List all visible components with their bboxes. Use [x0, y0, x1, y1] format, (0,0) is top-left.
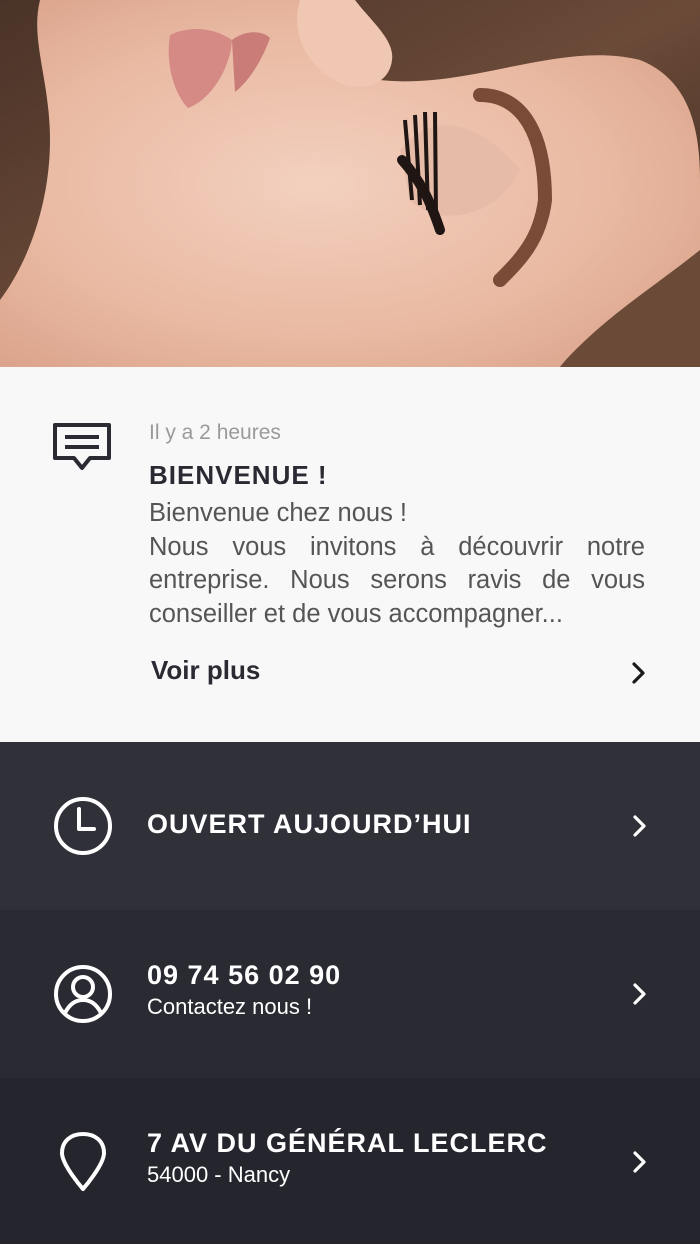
news-card: Il y a 2 heures BIENVENUE ! Bienvenue ch…: [0, 367, 700, 742]
news-body-line: Bienvenue chez nous !: [149, 499, 408, 527]
opening-hours-title: OUVERT AUJOURD’HUI: [147, 809, 472, 839]
news-body-line: Nous vous invitons à découvrir notre ent…: [149, 532, 645, 628]
address-street: 7 AV DU GÉNÉRAL LECLERC: [147, 1128, 548, 1158]
message-icon: [53, 423, 111, 470]
phone-subtitle: Contactez nous !: [147, 994, 313, 1019]
phone-number: 09 74 56 02 90: [147, 960, 342, 990]
clock-icon: [54, 797, 112, 855]
chevron-right-icon: [633, 815, 646, 837]
user-icon: [54, 965, 112, 1023]
location-pin-icon: [60, 1132, 106, 1191]
chevron-right-icon: [633, 1151, 646, 1173]
news-body: Bienvenue chez nous ! Nous vous invitons…: [149, 497, 645, 631]
phone-row[interactable]: 09 74 56 02 90 Contactez nous !: [0, 910, 700, 1078]
address-city: 54000 - Nancy: [147, 1162, 291, 1187]
news-title: BIENVENUE !: [149, 460, 328, 490]
chevron-right-icon: [632, 662, 645, 684]
opening-hours-row[interactable]: OUVERT AUJOURD’HUI: [0, 742, 700, 910]
chevron-right-icon: [633, 983, 646, 1005]
news-timestamp: Il y a 2 heures: [149, 421, 281, 444]
address-row[interactable]: 7 AV DU GÉNÉRAL LECLERC 54000 - Nancy: [0, 1078, 700, 1244]
see-more-link[interactable]: Voir plus: [149, 653, 649, 693]
hero-image: [0, 0, 700, 367]
see-more-label: Voir plus: [151, 655, 261, 685]
